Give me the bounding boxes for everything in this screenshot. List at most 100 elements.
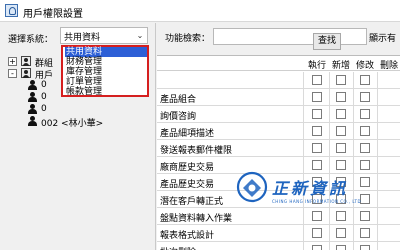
table-row: 報表格式設計	[157, 225, 400, 242]
search-button[interactable]: 查找	[313, 33, 341, 50]
permission-cell	[378, 140, 400, 156]
column-header-add: 新增	[331, 61, 350, 71]
tree-node-label: 0	[41, 104, 47, 114]
permission-checkbox[interactable]	[360, 160, 370, 170]
permission-grid: 執行 新增 修改 刪除 產品組合 詢價咨詢 產品細項描述 發送報表郵件權限 廠商歷史交易…	[157, 55, 400, 250]
permission-checkbox[interactable]	[336, 228, 346, 238]
permission-cell	[330, 242, 354, 250]
user-icon	[28, 80, 37, 90]
permission-checkbox[interactable]	[312, 75, 322, 85]
permission-checkbox[interactable]	[312, 126, 322, 136]
permission-checkbox[interactable]	[336, 245, 346, 250]
permission-cell	[354, 208, 378, 224]
permission-cell	[378, 191, 400, 207]
permission-checkbox[interactable]	[312, 109, 322, 119]
watermark-subtitle: CHING HANG INFORMATION CO., LTD	[272, 199, 362, 204]
dropdown-option[interactable]: 庫存管理	[65, 67, 147, 77]
permission-checkbox[interactable]	[360, 211, 370, 221]
expand-icon[interactable]: +	[8, 57, 17, 66]
permission-cell	[330, 72, 354, 88]
column-header-delete: 刪除	[379, 61, 398, 71]
permission-checkbox[interactable]	[336, 92, 346, 102]
permission-cell	[306, 106, 330, 122]
tree-node-label: 0	[41, 80, 47, 90]
permission-cell	[330, 89, 354, 105]
user-icon	[28, 116, 37, 126]
permission-checkbox[interactable]	[312, 211, 322, 221]
brand-watermark: 正新資訊 CHING HANG INFORMATION CO., LTD	[235, 170, 365, 210]
permission-cell	[330, 208, 354, 224]
permission-cell	[306, 225, 330, 241]
permission-checkbox[interactable]	[312, 92, 322, 102]
permission-checkbox[interactable]	[360, 92, 370, 102]
function-name-cell: 盤點資料轉入作業	[157, 208, 304, 224]
permission-cell	[330, 140, 354, 156]
permission-checkbox[interactable]	[312, 143, 322, 153]
table-row: 產品組合	[157, 89, 400, 106]
permission-checkbox[interactable]	[360, 126, 370, 136]
table-row: 批次刪除	[157, 242, 400, 250]
table-row: 詢價咨詢	[157, 106, 400, 123]
permission-cell	[306, 208, 330, 224]
search-input[interactable]	[213, 28, 367, 45]
tree-node-user[interactable]: 002 <林小華>	[8, 115, 153, 129]
permission-cell	[378, 208, 400, 224]
permission-cell	[354, 242, 378, 250]
table-row	[157, 72, 400, 89]
system-label: 選擇系統：	[8, 35, 54, 45]
permission-checkbox[interactable]	[312, 160, 322, 170]
dropdown-option[interactable]: 訂單管理	[65, 77, 147, 87]
permission-checkbox[interactable]	[360, 228, 370, 238]
permission-checkbox[interactable]	[360, 109, 370, 119]
window-title: 用戶權限設置	[23, 9, 83, 20]
permission-cell	[354, 123, 378, 139]
permission-checkbox[interactable]	[312, 245, 322, 250]
permission-cell	[306, 89, 330, 105]
permission-cell	[378, 72, 400, 88]
function-name-cell: 產品細項描述	[157, 123, 304, 139]
permission-cell	[378, 225, 400, 241]
dropdown-option[interactable]: 共用資料	[65, 47, 147, 57]
user-icon	[28, 92, 37, 102]
show-label: 顯示有	[369, 34, 397, 44]
permission-cell	[330, 106, 354, 122]
collapse-icon[interactable]: -	[8, 69, 17, 78]
permission-checkbox[interactable]	[360, 75, 370, 85]
permission-cell	[378, 89, 400, 105]
permission-cell	[330, 123, 354, 139]
permission-cell	[354, 89, 378, 105]
permission-checkbox[interactable]	[360, 245, 370, 250]
permission-cell	[378, 174, 400, 190]
permission-cell	[330, 225, 354, 241]
user-permission-icon	[5, 4, 18, 17]
column-header-edit: 修改	[355, 61, 374, 71]
dropdown-option[interactable]: 財務管理	[65, 57, 147, 67]
permission-cell	[306, 72, 330, 88]
permission-checkbox[interactable]	[312, 228, 322, 238]
permission-checkbox[interactable]	[336, 126, 346, 136]
permission-cell	[354, 106, 378, 122]
company-logo-icon	[236, 171, 268, 203]
permission-cell	[378, 106, 400, 122]
chevron-down-icon[interactable]: ⌄	[135, 30, 145, 41]
system-dropdown-list[interactable]: 共用資料 財務管理 庫存管理 訂單管理 帳款管理	[61, 45, 149, 97]
permission-checkbox[interactable]	[336, 75, 346, 85]
group-icon	[21, 56, 31, 66]
permission-checkbox[interactable]	[336, 109, 346, 119]
permission-cell	[354, 225, 378, 241]
tree-node-user[interactable]: 0	[8, 103, 153, 115]
column-header-execute: 執行	[307, 61, 326, 71]
function-name-cell: 批次刪除	[157, 242, 304, 250]
watermark-brand: 正新資訊	[272, 179, 349, 198]
permission-checkbox[interactable]	[336, 160, 346, 170]
permission-cell	[306, 242, 330, 250]
table-row: 發送報表郵件權限	[157, 140, 400, 157]
permission-checkbox[interactable]	[360, 143, 370, 153]
dropdown-option[interactable]: 帳款管理	[65, 87, 147, 97]
right-panel: 功能檢索： 查找 顯示有 執行 新增 修改 刪除 產品組合 詢價咨詢 產品細項描述發…	[157, 23, 400, 250]
permission-checkbox[interactable]	[336, 211, 346, 221]
system-select[interactable]: 共用資料 ⌄	[60, 27, 148, 44]
permission-checkbox[interactable]	[336, 143, 346, 153]
group-icon	[21, 68, 31, 78]
user-icon	[28, 104, 37, 114]
